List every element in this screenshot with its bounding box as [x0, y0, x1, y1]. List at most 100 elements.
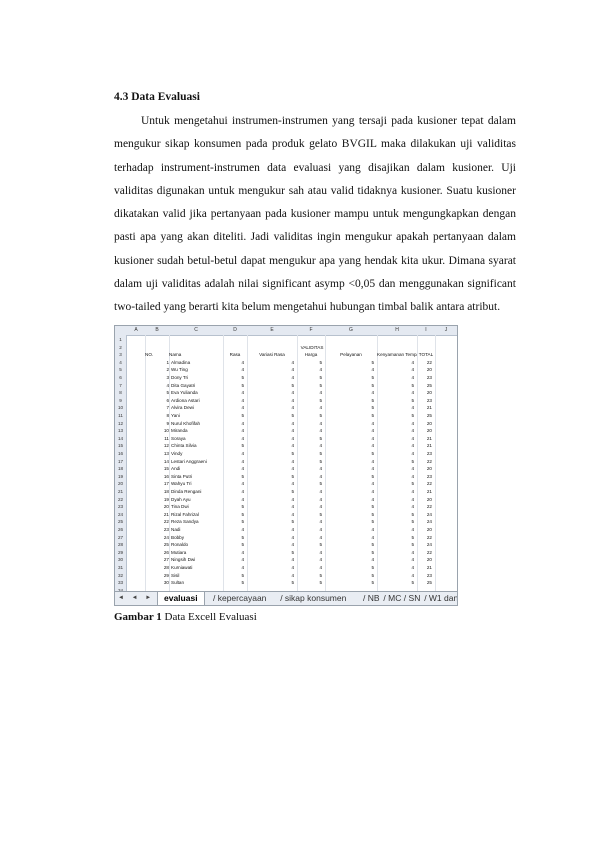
no-cell[interactable]: 2	[161, 366, 169, 374]
row-number[interactable]: 29	[115, 549, 126, 557]
column-letter-e[interactable]: E	[247, 327, 297, 333]
value-cell[interactable]: 4	[247, 374, 294, 382]
value-cell[interactable]: 4	[325, 488, 374, 496]
sheet-tab-sikap-konsumen[interactable]: / sikap konsumen	[280, 592, 346, 605]
nama-cell[interactable]: Vindy	[171, 450, 223, 458]
value-cell[interactable]: 4	[297, 389, 322, 397]
value-cell[interactable]: 4	[297, 473, 322, 481]
value-cell[interactable]: 4	[247, 503, 294, 511]
header-cell[interactable]: Pelayanan	[325, 351, 377, 359]
value-cell[interactable]: 4	[297, 556, 322, 564]
value-cell[interactable]: 4	[297, 427, 322, 435]
row-number[interactable]: 19	[115, 473, 126, 481]
nama-cell[interactable]: Wu Ting	[171, 366, 223, 374]
sheet-tab-sn[interactable]: / SN	[404, 592, 421, 605]
column-letter-c[interactable]: C	[169, 327, 223, 333]
value-cell[interactable]: 5	[223, 572, 244, 580]
value-cell[interactable]: 4	[297, 420, 322, 428]
row-number[interactable]: 11	[115, 412, 126, 420]
row-number[interactable]: 8	[115, 389, 126, 397]
value-cell[interactable]: 21	[417, 488, 432, 496]
value-cell[interactable]: 4	[325, 420, 374, 428]
no-cell[interactable]: 1	[161, 359, 169, 367]
no-cell[interactable]: 26	[161, 549, 169, 557]
no-cell[interactable]: 16	[161, 473, 169, 481]
header-cell[interactable]: Variasi Rasa	[247, 351, 297, 359]
no-cell[interactable]: 3	[161, 374, 169, 382]
column-letter-j[interactable]: J	[435, 327, 457, 333]
nama-cell[interactable]: Lestari Anggraeni	[171, 458, 223, 466]
value-cell[interactable]: 4	[377, 488, 414, 496]
no-cell[interactable]: 15	[161, 465, 169, 473]
value-cell[interactable]: 5	[377, 382, 414, 390]
value-cell[interactable]: 5	[325, 518, 374, 526]
value-cell[interactable]: 4	[325, 427, 374, 435]
value-cell[interactable]: 5	[325, 412, 374, 420]
value-cell[interactable]: 4	[297, 488, 322, 496]
value-cell[interactable]: 4	[223, 427, 244, 435]
value-cell[interactable]: 5	[377, 412, 414, 420]
value-cell[interactable]: 4	[297, 534, 322, 542]
sheet-tab-mc[interactable]: / MC	[383, 592, 401, 605]
row-number[interactable]: 28	[115, 541, 126, 549]
no-cell[interactable]: 30	[161, 579, 169, 587]
value-cell[interactable]: 4	[223, 549, 244, 557]
value-cell[interactable]: 4	[247, 435, 294, 443]
value-cell[interactable]: 4	[377, 427, 414, 435]
value-cell[interactable]: 5	[297, 374, 322, 382]
value-cell[interactable]: 5	[297, 450, 322, 458]
row-number[interactable]: 33	[115, 579, 126, 587]
value-cell[interactable]: 4	[377, 503, 414, 511]
row-number[interactable]: 2	[115, 344, 126, 352]
value-cell[interactable]: 4	[377, 549, 414, 557]
value-cell[interactable]: 4	[377, 473, 414, 481]
nama-cell[interactable]: Chinta Silvia	[171, 442, 223, 450]
value-cell[interactable]: 5	[377, 579, 414, 587]
value-cell[interactable]: 4	[377, 572, 414, 580]
value-cell[interactable]: 5	[297, 579, 322, 587]
value-cell[interactable]: 5	[325, 572, 374, 580]
value-cell[interactable]: 23	[417, 572, 432, 580]
value-cell[interactable]: 4	[223, 526, 244, 534]
value-cell[interactable]: 25	[417, 579, 432, 587]
row-number[interactable]: 14	[115, 435, 126, 443]
row-number[interactable]: 20	[115, 480, 126, 488]
value-cell[interactable]: 24	[417, 511, 432, 519]
value-cell[interactable]: 4	[325, 366, 374, 374]
column-letter-a[interactable]: A	[127, 327, 145, 333]
value-cell[interactable]: 5	[223, 579, 244, 587]
nama-cell[interactable]: Sisil	[171, 572, 223, 580]
header-cell[interactable]: Harga	[297, 351, 325, 359]
value-cell[interactable]: 4	[297, 564, 322, 572]
header-cell[interactable]: Nama	[169, 351, 223, 359]
value-cell[interactable]: 5	[223, 534, 244, 542]
header-cell[interactable]: Rasa	[223, 351, 247, 359]
value-cell[interactable]: 4	[247, 541, 294, 549]
value-cell[interactable]: 5	[297, 359, 322, 367]
row-number[interactable]: 7	[115, 382, 126, 390]
value-cell[interactable]: 4	[223, 435, 244, 443]
nama-cell[interactable]: Sultan	[171, 579, 223, 587]
value-cell[interactable]: 23	[417, 374, 432, 382]
value-cell[interactable]: 5	[325, 579, 374, 587]
value-cell[interactable]: 5	[377, 397, 414, 405]
value-cell[interactable]: 5	[325, 549, 374, 557]
value-cell[interactable]: 4	[247, 458, 294, 466]
value-cell[interactable]: 23	[417, 473, 432, 481]
value-cell[interactable]: 4	[223, 389, 244, 397]
value-cell[interactable]: 5	[377, 511, 414, 519]
value-cell[interactable]: 4	[377, 389, 414, 397]
value-cell[interactable]: 5	[325, 404, 374, 412]
value-cell[interactable]: 4	[223, 488, 244, 496]
sheet-tab-nb[interactable]: / NB	[363, 592, 380, 605]
value-cell[interactable]: 20	[417, 556, 432, 564]
value-cell[interactable]: 4	[247, 526, 294, 534]
value-cell[interactable]: 22	[417, 534, 432, 542]
row-number[interactable]: 22	[115, 496, 126, 504]
column-letter-d[interactable]: D	[223, 327, 247, 333]
no-cell[interactable]: 11	[161, 435, 169, 443]
value-cell[interactable]: 5	[325, 541, 374, 549]
value-cell[interactable]: 5	[223, 382, 244, 390]
value-cell[interactable]: 4	[325, 526, 374, 534]
value-cell[interactable]: 4	[247, 496, 294, 504]
